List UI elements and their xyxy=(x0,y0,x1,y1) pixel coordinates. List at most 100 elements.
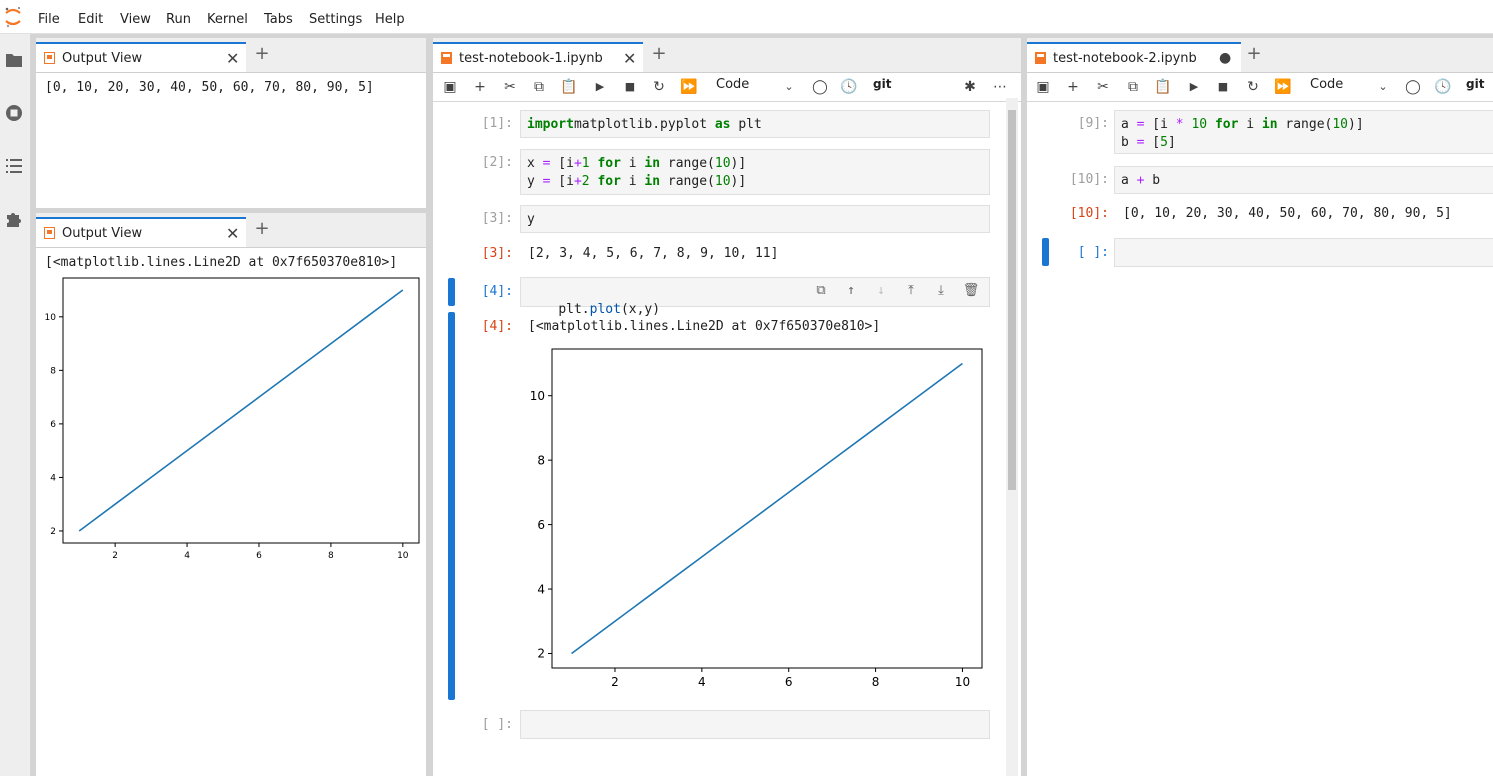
tab-output-view-1[interactable]: Output View ✕ xyxy=(36,42,246,72)
code-input[interactable]: a + b xyxy=(1114,166,1493,194)
run-icon[interactable]: ▶ xyxy=(1183,77,1205,97)
code-input[interactable]: y xyxy=(520,205,990,233)
output-text: [0, 10, 20, 30, 40, 50, 60, 70, 80, 90, … xyxy=(45,80,374,95)
close-icon[interactable]: ✕ xyxy=(226,49,239,68)
folder-icon[interactable] xyxy=(4,50,24,70)
paste-icon[interactable]: 📋 xyxy=(558,77,580,97)
code-text: y xyxy=(527,212,535,227)
code-input[interactable]: plt.plot(x,y) ⧉ ↑ ↓ ⤒ ⤓ 🗑 xyxy=(520,277,990,317)
git-button[interactable]: git xyxy=(873,77,891,91)
unsaved-dot-icon[interactable]: ● xyxy=(1219,50,1231,66)
add-tab-button[interactable]: + xyxy=(250,219,274,241)
code-token: ] xyxy=(1167,135,1176,150)
more-icon[interactable]: ⋯ xyxy=(989,77,1011,97)
chevron-down-icon[interactable]: ⌄ xyxy=(1372,77,1394,97)
restart-icon[interactable]: ↻ xyxy=(648,77,670,97)
code-token: matplotlib.pyplot xyxy=(573,117,715,132)
tab-notebook-1[interactable]: test-notebook-1.ipynb ✕ xyxy=(433,42,643,72)
toc-icon[interactable] xyxy=(4,156,24,176)
cut-icon[interactable]: ✂ xyxy=(499,77,521,97)
code-token: 5 xyxy=(1160,135,1168,150)
duplicate-cell-icon[interactable]: ⧉ xyxy=(811,282,831,300)
restart-icon[interactable]: ↻ xyxy=(1242,77,1264,97)
cut-icon[interactable]: ✂ xyxy=(1092,77,1114,97)
move-down-icon[interactable]: ↓ xyxy=(871,282,891,300)
code-token: b xyxy=(1121,135,1137,150)
code-token: range( xyxy=(1277,117,1333,132)
y-tick-label: 2 xyxy=(537,647,545,661)
code-input[interactable] xyxy=(1114,238,1493,267)
output-prompt: [3]: xyxy=(481,246,513,261)
y-tick-label: 8 xyxy=(537,453,545,467)
add-tab-button[interactable]: + xyxy=(1242,44,1266,66)
code-token: 2 xyxy=(581,174,590,189)
code-token: 10 xyxy=(714,174,731,189)
code-input[interactable]: importmatplotlib.pyplot as plt xyxy=(520,110,990,138)
copy-icon[interactable]: ⧉ xyxy=(528,77,550,97)
tab-notebook-2[interactable]: test-notebook-2.ipynb ● xyxy=(1027,42,1241,72)
output-view-icon xyxy=(44,52,55,64)
move-up-icon[interactable]: ↑ xyxy=(841,282,861,300)
cell-type-select[interactable]: Code xyxy=(716,77,749,92)
code-token: a xyxy=(1121,117,1137,132)
insert-below-icon[interactable]: ⤓ xyxy=(931,282,951,300)
code-token: in xyxy=(1261,117,1278,132)
menu-file[interactable]: File xyxy=(38,12,60,27)
extension-icon[interactable] xyxy=(4,209,24,229)
menu-run[interactable]: Run xyxy=(166,12,191,27)
menu-edit[interactable]: Edit xyxy=(78,12,103,27)
close-icon[interactable]: ✕ xyxy=(226,224,239,243)
x-tick-label: 4 xyxy=(698,675,706,689)
x-tick-label: 4 xyxy=(184,551,190,561)
add-cell-icon[interactable]: + xyxy=(469,77,491,97)
code-token: [i xyxy=(550,156,574,171)
chevron-down-icon[interactable]: ⌄ xyxy=(778,77,800,97)
tab-output-view-2[interactable]: Output View ✕ xyxy=(36,217,246,247)
activity-bar xyxy=(0,34,31,776)
x-tick-label: 2 xyxy=(112,551,118,561)
copy-icon[interactable]: ⧉ xyxy=(1122,77,1144,97)
history-icon[interactable]: 🕓 xyxy=(1432,77,1454,97)
notebook-toolbar: ▣ + ✂ ⧉ 📋 ▶ ■ ↻ ⏩ Code ⌄ ◯ 🕓 git ✱ ⋯ xyxy=(433,73,1021,102)
run-all-icon[interactable]: ⏩ xyxy=(1272,77,1294,97)
add-tab-button[interactable]: + xyxy=(647,44,671,66)
scrollbar[interactable] xyxy=(1006,98,1018,776)
menu-view[interactable]: View xyxy=(120,12,151,27)
y-tick-label: 6 xyxy=(50,420,56,430)
code-token: for xyxy=(597,156,621,171)
input-collapser[interactable] xyxy=(448,278,455,306)
insert-above-icon[interactable]: ⤒ xyxy=(901,282,921,300)
run-all-icon[interactable]: ⏩ xyxy=(678,77,700,97)
running-icon[interactable] xyxy=(4,103,24,123)
jupyter-logo-icon xyxy=(5,7,21,28)
code-token: [ xyxy=(1144,135,1161,150)
menu-help[interactable]: Help xyxy=(375,12,405,27)
add-cell-icon[interactable]: + xyxy=(1062,77,1084,97)
menu-settings[interactable]: Settings xyxy=(309,12,362,27)
close-icon[interactable]: ✕ xyxy=(623,49,636,68)
delete-cell-icon[interactable]: 🗑 xyxy=(961,282,981,300)
code-input[interactable]: a = [i * 10 for i in range(10)] b = [5] xyxy=(1114,110,1493,154)
code-token: )] xyxy=(1348,117,1364,132)
save-icon[interactable]: ▣ xyxy=(439,77,461,97)
add-tab-button[interactable]: + xyxy=(250,44,274,66)
code-input[interactable]: x = [i+1 for i in range(10)] y = [i+2 for… xyxy=(520,149,990,195)
stop-icon[interactable]: ■ xyxy=(1212,77,1234,97)
paste-icon[interactable]: 📋 xyxy=(1152,77,1174,97)
history-icon[interactable]: 🕓 xyxy=(838,77,860,97)
save-icon[interactable]: ▣ xyxy=(1032,77,1054,97)
stop-icon[interactable]: ■ xyxy=(619,77,641,97)
x-tick-label: 10 xyxy=(397,551,409,561)
menu-kernel[interactable]: Kernel xyxy=(207,12,248,27)
code-token: plt xyxy=(730,117,762,132)
scrollbar-thumb[interactable] xyxy=(1008,110,1016,490)
cell-type-select[interactable]: Code xyxy=(1310,77,1343,92)
run-icon[interactable]: ▶ xyxy=(589,77,611,97)
menu-tabs[interactable]: Tabs xyxy=(264,12,293,27)
tab-bar: test-notebook-2.ipynb ● + xyxy=(1027,38,1493,73)
code-input[interactable] xyxy=(520,710,990,739)
git-button[interactable]: git xyxy=(1466,77,1484,91)
output-collapser[interactable] xyxy=(448,312,455,700)
debugger-icon[interactable]: ✱ xyxy=(959,77,981,97)
input-collapser[interactable] xyxy=(1042,238,1049,266)
